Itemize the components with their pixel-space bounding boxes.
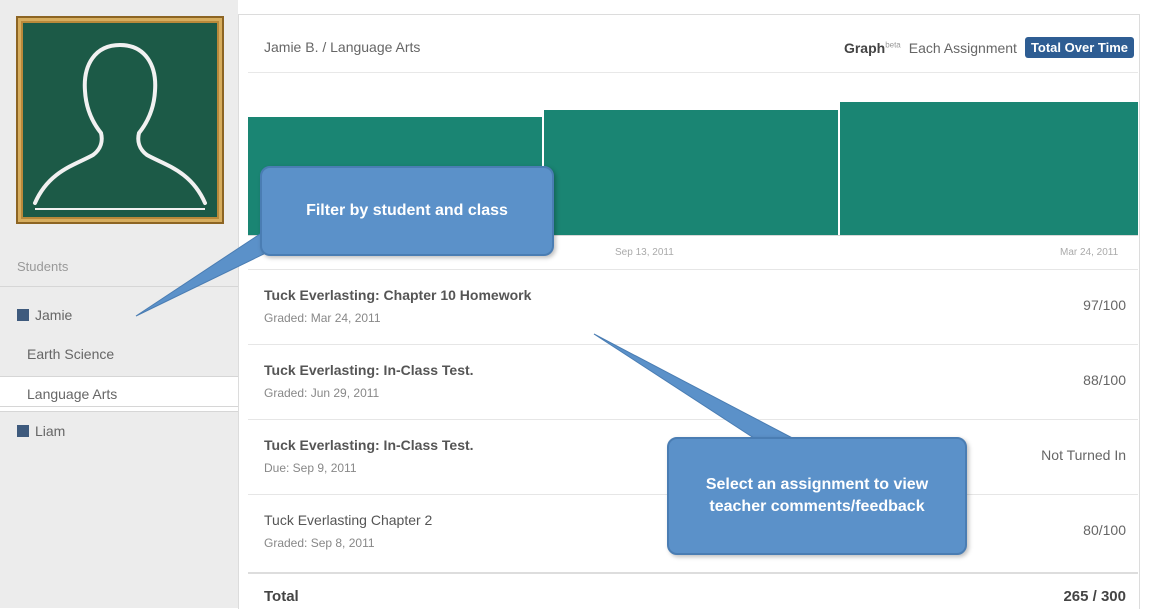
- assignment-date: Graded: Jun 29, 2011: [264, 386, 380, 400]
- avatar: [16, 16, 224, 224]
- student-color-square: [17, 309, 29, 321]
- avatar-silhouette-icon: [23, 23, 217, 217]
- class-label: Earth Science: [27, 346, 115, 362]
- assignment-date: Due: Sep 9, 2011: [264, 461, 357, 475]
- each-assignment-option[interactable]: Each Assignment: [909, 40, 1017, 56]
- assignment-title: Tuck Everlasting: In-Class Test.: [264, 437, 474, 453]
- assignment-score: 80/100: [1083, 522, 1126, 538]
- student-name: Liam: [35, 423, 66, 439]
- total-value: 265 / 300: [1063, 588, 1126, 605]
- x-tick-label: Mar 24, 2011: [1060, 247, 1119, 258]
- class-earth-science[interactable]: Earth Science: [0, 346, 238, 362]
- assignment-score: 97/100: [1083, 297, 1126, 313]
- callout-pointer: [593, 333, 801, 443]
- assignment-title: Tuck Everlasting Chapter 2: [264, 512, 433, 528]
- divider: [0, 406, 238, 407]
- x-tick-label: Sep 13, 2011: [615, 247, 674, 258]
- assignment-title: Tuck Everlasting: In-Class Test.: [264, 362, 474, 378]
- graph-toggle: Graphbeta Each Assignment Total Over Tim…: [844, 37, 1134, 58]
- divider: [248, 72, 1138, 73]
- assignment-score: Not Turned In: [1041, 447, 1126, 463]
- student-liam[interactable]: Liam: [17, 423, 65, 439]
- total-label: Total: [264, 588, 299, 605]
- callout-text: Select an assignment to view teacher com…: [705, 476, 929, 515]
- select-callout: Select an assignment to view teacher com…: [667, 437, 967, 555]
- beta-badge: beta: [885, 39, 901, 49]
- total-over-time-option[interactable]: Total Over Time: [1024, 37, 1134, 58]
- student-jamie[interactable]: Jamie: [17, 307, 72, 323]
- breadcrumb: Jamie B. / Language Arts: [264, 39, 421, 55]
- assignment-date: Graded: Sep 8, 2011: [264, 536, 375, 550]
- assignment-score: 88/100: [1083, 372, 1126, 388]
- graph-label: Graphbeta: [843, 39, 901, 56]
- chart-bar: [544, 110, 838, 235]
- class-label: Language Arts: [27, 386, 118, 402]
- chart-bar: [840, 102, 1138, 235]
- student-color-square: [17, 425, 29, 437]
- students-label: Students: [17, 259, 69, 274]
- student-name: Jamie: [35, 307, 73, 323]
- callout-text: Filter by student and class: [306, 202, 508, 219]
- filter-callout: Filter by student and class: [260, 166, 554, 256]
